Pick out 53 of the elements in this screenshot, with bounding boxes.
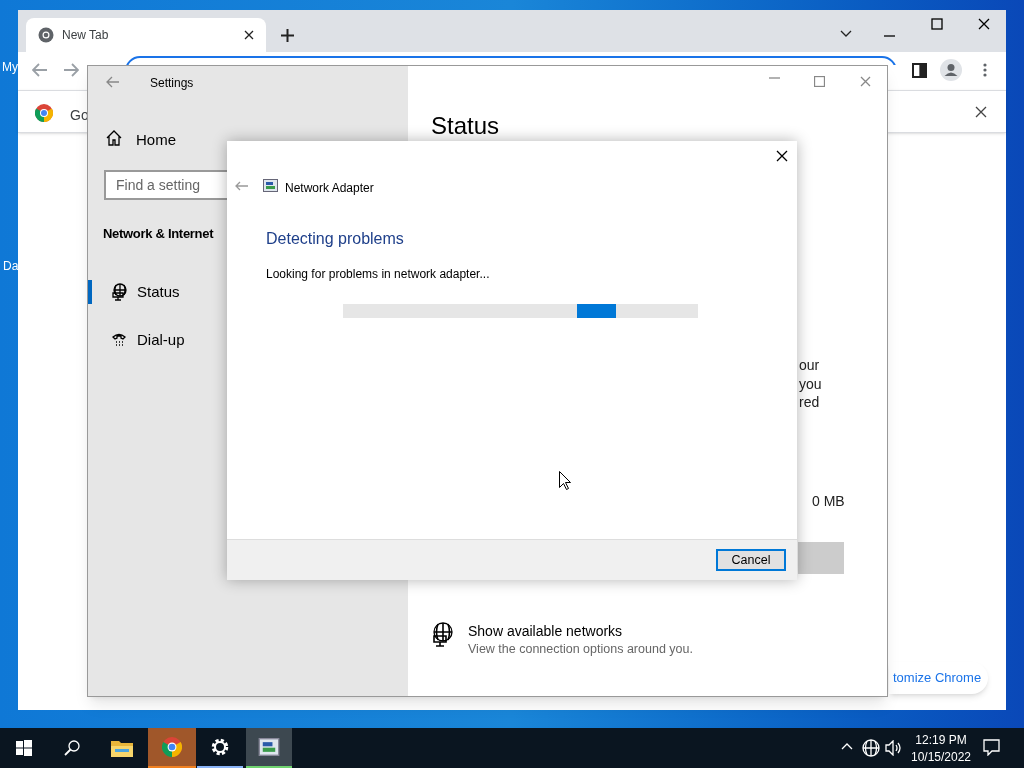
menu-icon[interactable] [983,63,987,77]
notification-icon[interactable] [983,739,1000,756]
clock-time[interactable]: 12:19 PM [915,731,967,749]
network-adapter-icon [263,179,278,192]
start-icon[interactable] [16,740,32,756]
back-arrow-icon[interactable] [106,76,120,88]
body-text: you [799,374,822,394]
forward-arrow-icon[interactable] [63,63,79,77]
close-icon[interactable] [776,150,788,162]
network-adapter-icon [258,738,280,756]
back-arrow-icon[interactable] [235,181,249,191]
phone-icon [111,332,127,348]
body-text: our [799,356,820,375]
avatar-icon[interactable] [940,59,962,81]
speaker-icon[interactable] [885,740,902,756]
plus-icon[interactable] [281,29,294,42]
window-title: Settings [150,75,194,92]
chrome-logo-icon [35,104,53,122]
data-usage-text: 0 MB [812,492,845,511]
chevron-down-icon[interactable] [840,30,852,37]
link-title[interactable]: Show available networks [468,621,623,642]
desktop-icon-label[interactable]: My [2,58,18,76]
back-arrow-icon[interactable] [32,63,48,77]
clock-date[interactable]: 10/15/2022 [910,748,972,766]
browser-tab[interactable]: New Tab [26,18,266,52]
chevron-up-icon[interactable] [841,743,853,750]
status-message: Looking for problems in network adapter... [266,266,490,283]
maximize-icon[interactable] [931,18,943,30]
close-icon[interactable] [975,106,987,118]
section-heading: Network & Internet [103,225,214,243]
link-description: View the connection options around you. [468,641,693,658]
side-panel-icon[interactable] [912,63,927,78]
search-icon[interactable] [64,740,80,756]
nav-item[interactable]: Home [136,129,176,152]
close-icon[interactable] [978,18,990,30]
chrome-logo-icon [38,27,54,43]
chrome-logo-icon [162,737,182,757]
desktop-icon-label[interactable]: Da [3,257,19,275]
page-heading: Status [431,114,500,138]
globe-icon[interactable] [862,739,880,757]
home-icon[interactable] [106,130,122,146]
customize-chrome-button[interactable]: tomize Chrome [889,662,988,694]
globe-monitor-icon[interactable] [431,622,455,648]
tab-title: New Tab [62,27,109,44]
globe-monitor-icon [111,283,129,301]
mouse-pointer-icon [559,471,571,490]
cancel-button[interactable]: Cancel [716,549,786,571]
body-text: red [799,393,820,412]
folder-icon[interactable] [111,739,133,757]
taskbar-app-button[interactable] [246,728,292,768]
gear-icon [210,737,230,757]
dialog-heading: Detecting problems [266,229,404,249]
close-icon[interactable] [244,30,254,40]
